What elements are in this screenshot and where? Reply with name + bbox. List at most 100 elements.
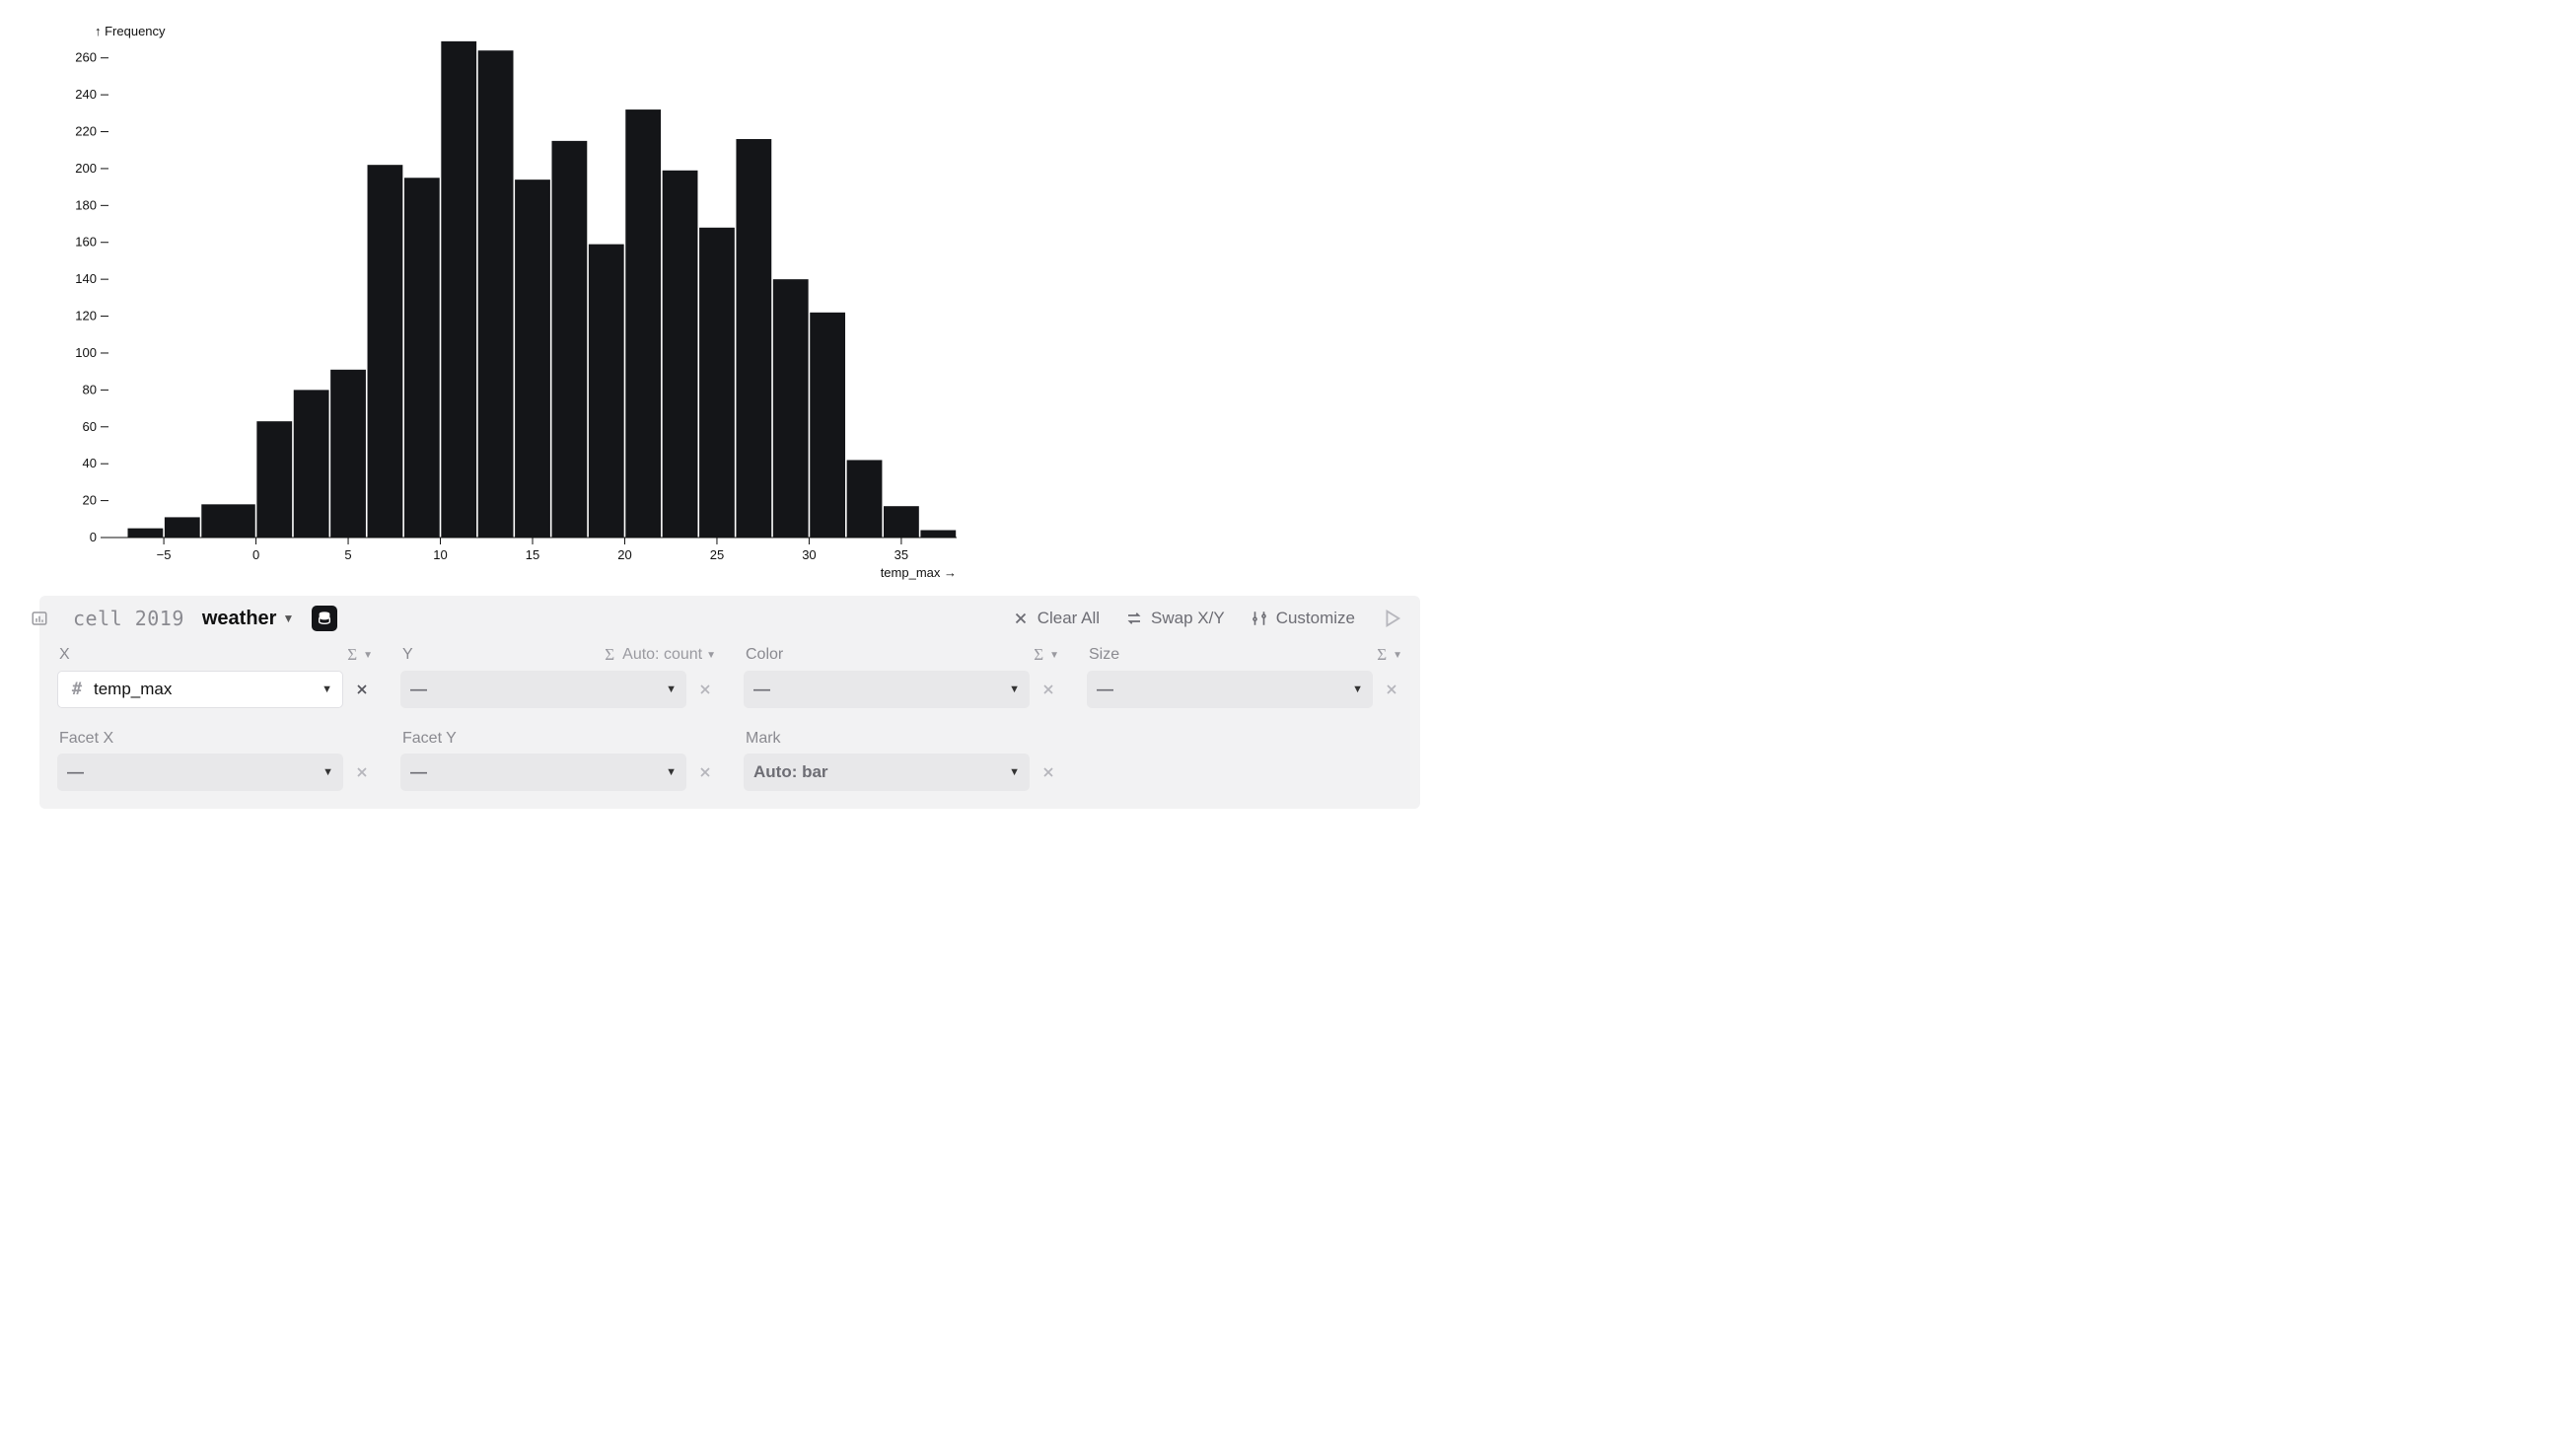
x-field-value: temp_max bbox=[94, 680, 172, 699]
x-field-select[interactable]: # temp_max ▼ bbox=[57, 671, 343, 708]
svg-text:20: 20 bbox=[83, 493, 97, 508]
encoding-facet-y-label: Facet Y bbox=[402, 730, 716, 748]
svg-text:260: 260 bbox=[75, 50, 97, 65]
caret-down-icon: ▼ bbox=[1009, 766, 1020, 778]
size-clear-button[interactable] bbox=[1381, 679, 1402, 700]
panel-toolbar: cell 2019 weather ▼ Clear All Swap X/Y bbox=[57, 606, 1402, 641]
caret-down-icon: ▼ bbox=[363, 650, 373, 661]
encoding-x-label: X bbox=[59, 646, 347, 664]
svg-text:80: 80 bbox=[83, 382, 97, 396]
svg-text:30: 30 bbox=[802, 547, 816, 562]
svg-text:60: 60 bbox=[83, 419, 97, 434]
caret-down-icon: ▼ bbox=[706, 650, 716, 661]
svg-text:10: 10 bbox=[433, 547, 447, 562]
size-field-value: — bbox=[1097, 680, 1113, 699]
close-icon bbox=[354, 682, 370, 697]
caret-down-icon: ▼ bbox=[322, 683, 332, 695]
clear-all-button[interactable]: Clear All bbox=[1012, 609, 1100, 628]
svg-text:0: 0 bbox=[90, 530, 97, 544]
customize-label: Customize bbox=[1276, 609, 1355, 628]
mark-clear-button[interactable] bbox=[1038, 761, 1059, 783]
y-auto-label: Auto: count bbox=[622, 646, 702, 664]
sigma-icon[interactable]: Σ bbox=[347, 645, 357, 665]
caret-down-icon: ▼ bbox=[322, 766, 333, 778]
facet-y-clear-button[interactable] bbox=[694, 761, 716, 783]
clear-all-label: Clear All bbox=[1038, 609, 1100, 628]
facet-x-field-select[interactable]: — ▼ bbox=[57, 754, 343, 791]
x-clear-button[interactable] bbox=[351, 679, 373, 700]
svg-text:40: 40 bbox=[83, 456, 97, 470]
dataset-label: weather bbox=[202, 608, 277, 630]
color-field-select[interactable]: — ▼ bbox=[744, 671, 1030, 708]
numeric-type-icon: # bbox=[68, 680, 86, 699]
close-icon bbox=[1040, 682, 1056, 697]
close-icon bbox=[697, 682, 713, 697]
svg-text:240: 240 bbox=[75, 87, 97, 102]
y-field-select[interactable]: — ▼ bbox=[400, 671, 686, 708]
cell-name[interactable]: cell 2019 bbox=[73, 607, 184, 630]
close-icon bbox=[1384, 682, 1399, 697]
encoding-facet-x: Facet X — ▼ bbox=[57, 726, 373, 791]
encoding-mark-label: Mark bbox=[746, 730, 1059, 748]
swap-xy-button[interactable]: Swap X/Y bbox=[1125, 609, 1225, 628]
cell-type-icon bbox=[30, 609, 49, 628]
encoding-color: Color Σ ▼ — ▼ bbox=[744, 641, 1059, 708]
svg-text:−5: −5 bbox=[157, 547, 172, 562]
size-field-select[interactable]: — ▼ bbox=[1087, 671, 1373, 708]
close-icon bbox=[1012, 610, 1030, 627]
encoding-mark: Mark Auto: bar ▼ bbox=[744, 726, 1059, 791]
mark-field-value: Auto: bar bbox=[753, 762, 828, 782]
encoding-empty-slot bbox=[1087, 726, 1402, 791]
encoding-x: X Σ ▼ # temp_max ▼ bbox=[57, 641, 373, 708]
caret-down-icon: ▼ bbox=[1049, 650, 1059, 661]
svg-text:temp_max →: temp_max → bbox=[881, 565, 957, 580]
histogram-chart: 020406080100120140160180200220240260↑ Fr… bbox=[39, 20, 1420, 592]
sigma-icon[interactable]: Σ bbox=[1034, 645, 1043, 665]
facet-y-field-value: — bbox=[410, 762, 427, 782]
color-field-value: — bbox=[753, 680, 770, 699]
sigma-icon[interactable]: Σ bbox=[605, 645, 614, 665]
svg-text:25: 25 bbox=[710, 547, 724, 562]
svg-text:0: 0 bbox=[252, 547, 259, 562]
svg-text:120: 120 bbox=[75, 309, 97, 324]
facet-y-field-select[interactable]: — ▼ bbox=[400, 754, 686, 791]
close-icon bbox=[1040, 764, 1056, 780]
encoding-size: Size Σ ▼ — ▼ bbox=[1087, 641, 1402, 708]
close-icon bbox=[697, 764, 713, 780]
caret-down-icon: ▼ bbox=[282, 611, 294, 625]
caret-down-icon: ▼ bbox=[1009, 683, 1020, 695]
svg-text:15: 15 bbox=[526, 547, 539, 562]
y-clear-button[interactable] bbox=[694, 679, 716, 700]
swap-icon bbox=[1125, 610, 1143, 627]
swap-xy-label: Swap X/Y bbox=[1151, 609, 1225, 628]
encoding-facet-x-label: Facet X bbox=[59, 730, 373, 748]
caret-down-icon: ▼ bbox=[1352, 683, 1363, 695]
sliders-icon bbox=[1251, 610, 1268, 627]
encoding-y: Y Σ Auto: count ▼ — ▼ bbox=[400, 641, 716, 708]
database-icon[interactable] bbox=[312, 606, 337, 631]
caret-down-icon: ▼ bbox=[666, 766, 677, 778]
encoding-color-label: Color bbox=[746, 646, 1034, 664]
facet-x-field-value: — bbox=[67, 762, 84, 782]
svg-text:160: 160 bbox=[75, 235, 97, 250]
y-field-value: — bbox=[410, 680, 427, 699]
customize-button[interactable]: Customize bbox=[1251, 609, 1355, 628]
sigma-icon[interactable]: Σ bbox=[1377, 645, 1387, 665]
encoding-size-label: Size bbox=[1089, 646, 1377, 664]
chart-config-panel: cell 2019 weather ▼ Clear All Swap X/Y bbox=[39, 596, 1420, 809]
facet-x-clear-button[interactable] bbox=[351, 761, 373, 783]
mark-field-select[interactable]: Auto: bar ▼ bbox=[744, 754, 1030, 791]
encoding-facet-y: Facet Y — ▼ bbox=[400, 726, 716, 791]
close-icon bbox=[354, 764, 370, 780]
svg-text:100: 100 bbox=[75, 345, 97, 360]
svg-text:180: 180 bbox=[75, 197, 97, 212]
encoding-y-label: Y bbox=[402, 646, 605, 664]
color-clear-button[interactable] bbox=[1038, 679, 1059, 700]
svg-text:20: 20 bbox=[617, 547, 631, 562]
svg-text:5: 5 bbox=[344, 547, 351, 562]
dataset-select[interactable]: weather ▼ bbox=[202, 608, 294, 630]
run-button[interactable] bbox=[1381, 608, 1402, 629]
encoding-grid: X Σ ▼ # temp_max ▼ Y Σ bbox=[57, 641, 1402, 791]
svg-text:35: 35 bbox=[894, 547, 908, 562]
svg-text:200: 200 bbox=[75, 161, 97, 176]
